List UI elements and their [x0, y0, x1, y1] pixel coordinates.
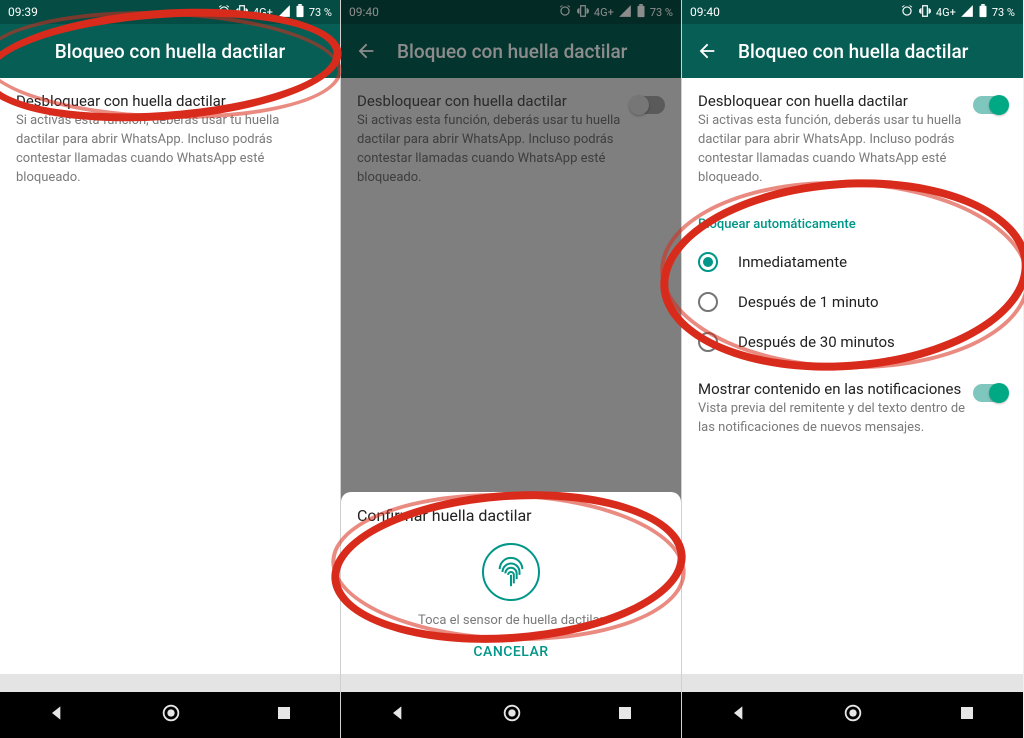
appbar-title: Bloqueo con huella dactilar	[397, 40, 627, 63]
back-icon[interactable]	[696, 40, 718, 62]
phone-screen-3: 09:40 4G+ 73 % Bloqueo con huella dactil…	[682, 0, 1023, 738]
radio-icon	[698, 332, 718, 352]
nav-spacer	[0, 674, 340, 692]
appbar-title: Bloqueo con huella dactilar	[738, 40, 968, 63]
statusbar: 09:40 4G+ 73 %	[341, 0, 681, 24]
appbar-title: Bloqueo con huella dactilar	[55, 40, 285, 63]
unlock-toggle-row[interactable]: Desbloquear con huella dactilar Si activ…	[698, 92, 1007, 201]
signal-icon	[277, 4, 291, 21]
statusbar: 09:40 4G+ 73 %	[682, 0, 1023, 24]
content-area: Desbloquear con huella dactilar Si activ…	[0, 78, 340, 674]
android-navbar	[0, 692, 340, 738]
signal-icon	[960, 4, 974, 21]
radio-label: Después de 30 minutos	[738, 333, 895, 351]
nav-recent-icon[interactable]	[275, 704, 293, 726]
radio-label: Inmediatamente	[738, 253, 847, 271]
alarm-icon	[558, 4, 572, 21]
battery-icon	[295, 4, 305, 21]
nav-home-icon[interactable]	[501, 702, 523, 728]
status-battery: 73 %	[650, 6, 673, 19]
unlock-title: Desbloquear con huella dactilar	[357, 92, 665, 110]
vibrate-icon	[235, 4, 249, 21]
unlock-title: Desbloquear con huella dactilar	[16, 92, 324, 110]
unlock-toggle[interactable]	[973, 96, 1007, 114]
nav-spacer	[341, 674, 681, 692]
status-network: 4G+	[936, 6, 956, 19]
status-time: 09:39	[8, 5, 38, 19]
autolock-option-30min[interactable]: Después de 30 minutos	[698, 322, 1007, 362]
signal-icon	[618, 4, 632, 21]
cancel-button[interactable]: CANCELAR	[357, 644, 665, 660]
screenshot-triptych: 09:39 4G+ 73 % Bloqueo con hue	[0, 0, 1024, 738]
appbar: Bloqueo con huella dactilar	[0, 24, 340, 78]
status-battery: 73 %	[309, 6, 332, 19]
vibrate-icon	[576, 4, 590, 21]
unlock-title: Desbloquear con huella dactilar	[698, 92, 1007, 110]
battery-icon	[978, 4, 988, 21]
phone-screen-2: 09:40 4G+ 73 % Bloqueo con huella dactil…	[341, 0, 682, 738]
nav-spacer	[682, 674, 1023, 692]
status-network: 4G+	[253, 6, 273, 19]
notif-title: Mostrar contenido en las notificaciones	[698, 380, 1007, 398]
autolock-option-immediately[interactable]: Inmediatamente	[698, 242, 1007, 282]
appbar: Bloqueo con huella dactilar	[682, 24, 1023, 78]
radio-icon	[698, 292, 718, 312]
fingerprint-dialog: Confirmar huella dactilar Toca el sensor…	[341, 492, 681, 674]
battery-icon	[636, 4, 646, 21]
fingerprint-icon[interactable]	[482, 543, 540, 601]
alarm-icon	[217, 4, 231, 21]
android-navbar	[341, 692, 681, 738]
unlock-toggle-row[interactable]: Desbloquear con huella dactilar Si activ…	[16, 92, 324, 201]
android-navbar	[682, 692, 1023, 738]
notif-subtitle: Vista previa del remitente y del texto d…	[698, 400, 1007, 438]
nav-back-icon[interactable]	[388, 703, 408, 727]
nav-recent-icon[interactable]	[958, 704, 976, 726]
nav-home-icon[interactable]	[842, 702, 864, 728]
radio-icon	[698, 252, 718, 272]
vibrate-icon	[918, 4, 932, 21]
alarm-icon	[900, 4, 914, 21]
fingerprint-hint: Toca el sensor de huella dactilar	[357, 613, 665, 628]
nav-back-icon[interactable]	[47, 703, 67, 727]
unlock-toggle-row[interactable]: Desbloquear con huella dactilar Si activ…	[357, 92, 665, 201]
status-time: 09:40	[349, 5, 379, 19]
nav-recent-icon[interactable]	[616, 704, 634, 726]
notif-toggle[interactable]	[973, 384, 1007, 402]
status-battery: 73 %	[992, 6, 1015, 19]
appbar: Bloqueo con huella dactilar	[341, 24, 681, 78]
unlock-subtitle: Si activas esta función, deberás usar tu…	[698, 112, 1007, 187]
nav-back-icon[interactable]	[729, 703, 749, 727]
unlock-subtitle: Si activas esta función, deberás usar tu…	[357, 112, 665, 187]
autolock-option-1min[interactable]: Después de 1 minuto	[698, 282, 1007, 322]
fingerprint-title: Confirmar huella dactilar	[357, 506, 665, 525]
statusbar: 09:39 4G+ 73 %	[0, 0, 340, 24]
content-area: Desbloquear con huella dactilar Si activ…	[682, 78, 1023, 674]
phone-screen-1: 09:39 4G+ 73 % Bloqueo con hue	[0, 0, 341, 738]
nav-home-icon[interactable]	[160, 702, 182, 728]
status-time: 09:40	[690, 5, 720, 19]
status-network: 4G+	[594, 6, 614, 19]
unlock-toggle[interactable]	[631, 96, 665, 114]
radio-label: Después de 1 minuto	[738, 293, 879, 311]
autolock-section-label: Bloquear automáticamente	[698, 217, 1007, 232]
back-icon[interactable]	[355, 40, 377, 62]
notification-preview-row[interactable]: Mostrar contenido en las notificaciones …	[698, 380, 1007, 452]
unlock-subtitle: Si activas esta función, deberás usar tu…	[16, 112, 324, 187]
